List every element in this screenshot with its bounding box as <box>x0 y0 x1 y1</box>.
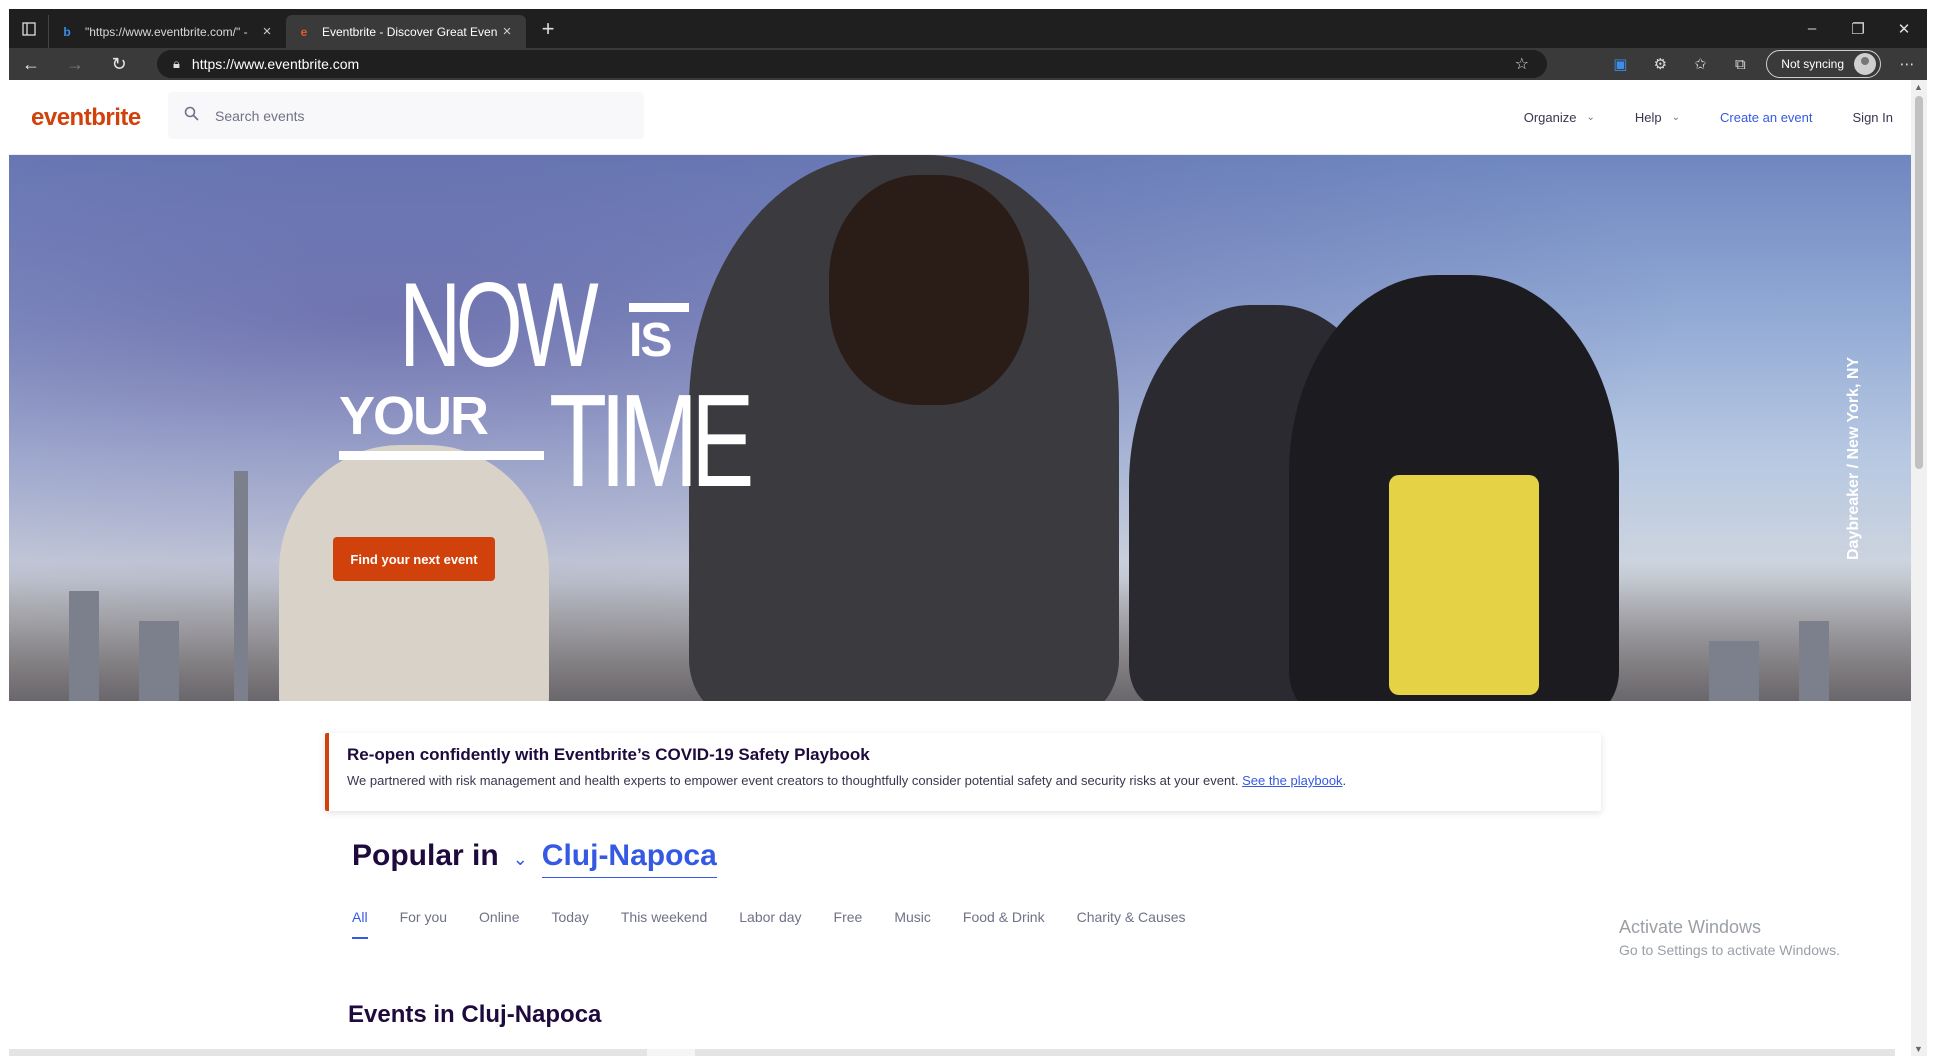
location-selector[interactable]: Cluj-Napoca <box>541 839 717 878</box>
minimize-icon[interactable]: – <box>1789 9 1835 48</box>
scrollbar-segment <box>647 1049 695 1056</box>
skyline-building <box>1799 621 1829 701</box>
eventbrite-logo[interactable]: eventbrite <box>31 104 141 132</box>
close-window-icon[interactable]: ✕ <box>1881 9 1927 48</box>
hero-person <box>1389 475 1539 695</box>
tab-online[interactable]: Online <box>479 909 519 939</box>
organize-menu[interactable]: Organize ⌄ <box>1524 110 1595 125</box>
create-event-link[interactable]: Create an event <box>1720 110 1813 125</box>
lock-icon[interactable]: 🔒︎ <box>173 56 180 72</box>
tab-today[interactable]: Today <box>552 909 589 939</box>
extension-icon[interactable]: ▣ <box>1600 48 1640 80</box>
events-section-title: Events in Cluj-Napoca <box>348 1001 602 1028</box>
photo-credit: Daybreaker / New York, NY <box>1845 356 1862 560</box>
close-tab-icon[interactable]: × <box>498 23 516 40</box>
hero-banner: NOW IS YOUR TIME Find your next event Da… <box>9 155 1911 701</box>
favorite-star-icon[interactable]: ☆ <box>1515 54 1529 74</box>
search-bar[interactable] <box>168 92 644 139</box>
tab-title: Eventbrite - Discover Great Even <box>322 24 498 39</box>
safety-title: Re-open confidently with Eventbrite’s CO… <box>347 745 870 764</box>
new-tab-icon[interactable]: + <box>530 16 566 42</box>
url-text: https://www.eventbrite.com <box>191 56 360 72</box>
bing-icon: b <box>63 24 71 39</box>
windows-activation-watermark: Activate Windows Go to Settings to activ… <box>1619 917 1840 958</box>
profile-sync-button[interactable]: Not syncing <box>1766 50 1881 78</box>
headline-your: YOUR <box>339 386 545 460</box>
scrollbar-thumb[interactable] <box>1915 96 1923 469</box>
avatar-icon <box>1854 53 1876 75</box>
skyline-building <box>234 471 248 701</box>
tab-labor-day[interactable]: Labor day <box>739 909 801 939</box>
headline-is: IS <box>629 303 690 367</box>
tab-title: "https://www.eventbrite.com/" - <box>85 24 248 39</box>
collections-icon[interactable]: ⧉ <box>1720 48 1760 80</box>
screen: b "https://www.eventbrite.com/" - × e Ev… <box>0 0 1936 1056</box>
skyline-building <box>1709 641 1759 701</box>
sync-label: Not syncing <box>1781 57 1844 71</box>
scroll-down-icon[interactable]: ▼ <box>1914 1044 1923 1054</box>
web-page: eventbrite Organize ⌄ Help ⌄ Create an e… <box>9 80 1911 1056</box>
tab-for-you[interactable]: For you <box>400 909 447 939</box>
safety-playbook-card: Re-open confidently with Eventbrite’s CO… <box>325 733 1601 811</box>
search-input[interactable] <box>215 107 615 124</box>
tab-music[interactable]: Music <box>894 909 931 939</box>
toolbar-right: ▣ ⚙ ✩ ⧉ Not syncing ⋯ <box>1600 48 1927 80</box>
safety-body-text: We partnered with risk management and he… <box>347 773 1239 788</box>
safety-body: We partnered with risk management and he… <box>347 773 1583 788</box>
find-event-button[interactable]: Find your next event <box>333 537 495 581</box>
forward-icon[interactable]: → <box>53 48 97 80</box>
headline-time: TIME <box>549 367 754 514</box>
site-header: eventbrite Organize ⌄ Help ⌄ Create an e… <box>9 80 1911 155</box>
address-bar[interactable]: 🔒︎ https://www.eventbrite.com ☆ <box>157 50 1547 78</box>
see-playbook-link[interactable]: See the playbook <box>1242 773 1342 788</box>
organize-label: Organize <box>1523 110 1577 125</box>
popular-label: Popular in <box>352 839 499 872</box>
close-tab-icon[interactable]: × <box>258 23 276 40</box>
tab-this-weekend[interactable]: This weekend <box>621 909 707 939</box>
activate-subtitle: Go to Settings to activate Windows. <box>1619 942 1840 958</box>
category-tabs: All For you Online Today This weekend La… <box>352 909 1218 939</box>
tab-eventbrite[interactable]: e Eventbrite - Discover Great Even × <box>286 15 526 48</box>
hero-person <box>829 175 1029 405</box>
sign-in-link[interactable]: Sign In <box>1853 110 1893 125</box>
window-controls: – ❐ ✕ <box>1789 9 1927 48</box>
activate-title: Activate Windows <box>1619 917 1762 937</box>
skyline-building <box>139 621 179 701</box>
back-icon[interactable]: ← <box>9 48 53 80</box>
tab-bing-search[interactable]: b "https://www.eventbrite.com/" - × <box>48 15 286 48</box>
more-menu-icon[interactable]: ⋯ <box>1887 48 1927 80</box>
help-label: Help <box>1634 110 1662 125</box>
vertical-scrollbar[interactable]: ▲ ▼ <box>1911 80 1927 1056</box>
browser-toolbar: ← → ↻ 🔒︎ https://www.eventbrite.com ☆ ▣ … <box>9 48 1927 80</box>
chevron-down-icon[interactable]: ⌄ <box>513 849 528 870</box>
browser-tab-bar: b "https://www.eventbrite.com/" - × e Ev… <box>9 9 1927 48</box>
eventbrite-icon: e <box>300 24 308 39</box>
tab-charity-causes[interactable]: Charity & Causes <box>1077 909 1186 939</box>
tab-all[interactable]: All <box>352 909 368 939</box>
restore-icon[interactable]: ❐ <box>1835 9 1881 48</box>
extensions-puzzle-icon[interactable]: ⚙ <box>1640 48 1680 80</box>
header-nav: Organize ⌄ Help ⌄ Create an event Sign I… <box>1484 80 1893 155</box>
tab-food-drink[interactable]: Food & Drink <box>963 909 1045 939</box>
refresh-icon[interactable]: ↻ <box>97 48 141 80</box>
chevron-down-icon: ⌄ <box>1671 112 1680 123</box>
safety-period: . <box>1342 773 1347 788</box>
help-menu[interactable]: Help ⌄ <box>1635 110 1680 125</box>
scroll-up-icon[interactable]: ▲ <box>1914 82 1923 92</box>
chevron-down-icon: ⌄ <box>1586 112 1595 123</box>
search-icon <box>184 106 199 125</box>
popular-in-heading: Popular in ⌄ Cluj-Napoca <box>352 839 717 878</box>
favorites-icon[interactable]: ✩ <box>1680 48 1720 80</box>
skyline-building <box>69 591 99 701</box>
tab-free[interactable]: Free <box>834 909 863 939</box>
tab-actions-icon[interactable] <box>9 9 48 48</box>
horizontal-scrollbar[interactable] <box>9 1049 1895 1056</box>
